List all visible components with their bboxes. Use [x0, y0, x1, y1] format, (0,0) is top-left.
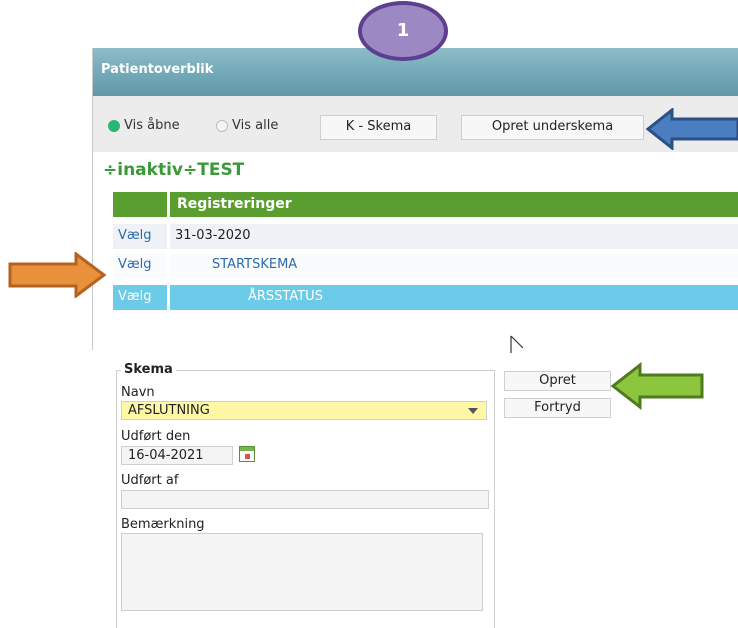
tree-row: Vælg 31-03-2020 [113, 224, 738, 249]
row-text: STARTSKEMA [212, 257, 298, 272]
tree-title: ÷inaktiv÷TEST [103, 160, 245, 180]
green-arrow-icon [610, 362, 704, 410]
radio-show-all[interactable] [216, 120, 228, 132]
tree-row: Vælg STARTSKEMA [113, 253, 738, 278]
remark-textarea[interactable] [121, 533, 483, 611]
radio-show-open-label[interactable]: Vis åbne [124, 118, 180, 133]
row-text: 31-03-2020 [175, 228, 251, 243]
done-date-field[interactable]: 16-04-2021 [121, 446, 233, 465]
cancel-button[interactable]: Fortryd [504, 398, 611, 418]
calendar-icon[interactable] [239, 446, 255, 462]
select-link[interactable]: Vælg [118, 228, 152, 243]
name-dropdown[interactable]: AFSLUTNING [121, 401, 487, 420]
window-title: Patientoverblik [101, 62, 214, 77]
row-text: ÅRSSTATUS [248, 289, 323, 304]
done-by-field[interactable] [121, 490, 489, 509]
remark-label: Bemærkning [121, 517, 205, 532]
k-schema-button[interactable]: K - Skema [320, 115, 437, 140]
name-value: AFSLUTNING [128, 403, 210, 418]
blue-arrow-icon [646, 108, 738, 150]
done-date-label: Udført den [121, 429, 191, 444]
tree-header-row: Registreringer [113, 192, 738, 217]
schema-legend: Skema [121, 362, 176, 377]
select-link[interactable]: Vælg [118, 289, 152, 304]
mouse-cursor-icon [510, 335, 524, 353]
orange-arrow-icon [8, 252, 107, 298]
done-by-label: Udført af [121, 473, 179, 488]
name-label: Navn [121, 385, 155, 400]
select-link[interactable]: Vælg [118, 257, 152, 272]
step-number-badge: 1 [358, 1, 448, 61]
chevron-down-icon[interactable] [468, 408, 478, 414]
tree-header-label: Registreringer [177, 196, 292, 212]
create-button[interactable]: Opret [504, 371, 611, 391]
radio-show-open[interactable] [108, 120, 120, 132]
radio-show-all-label[interactable]: Vis alle [232, 118, 278, 133]
tree-row-selected: Vælg ÅRSSTATUS [113, 285, 738, 310]
create-subschema-button[interactable]: Opret underskema [461, 115, 644, 140]
